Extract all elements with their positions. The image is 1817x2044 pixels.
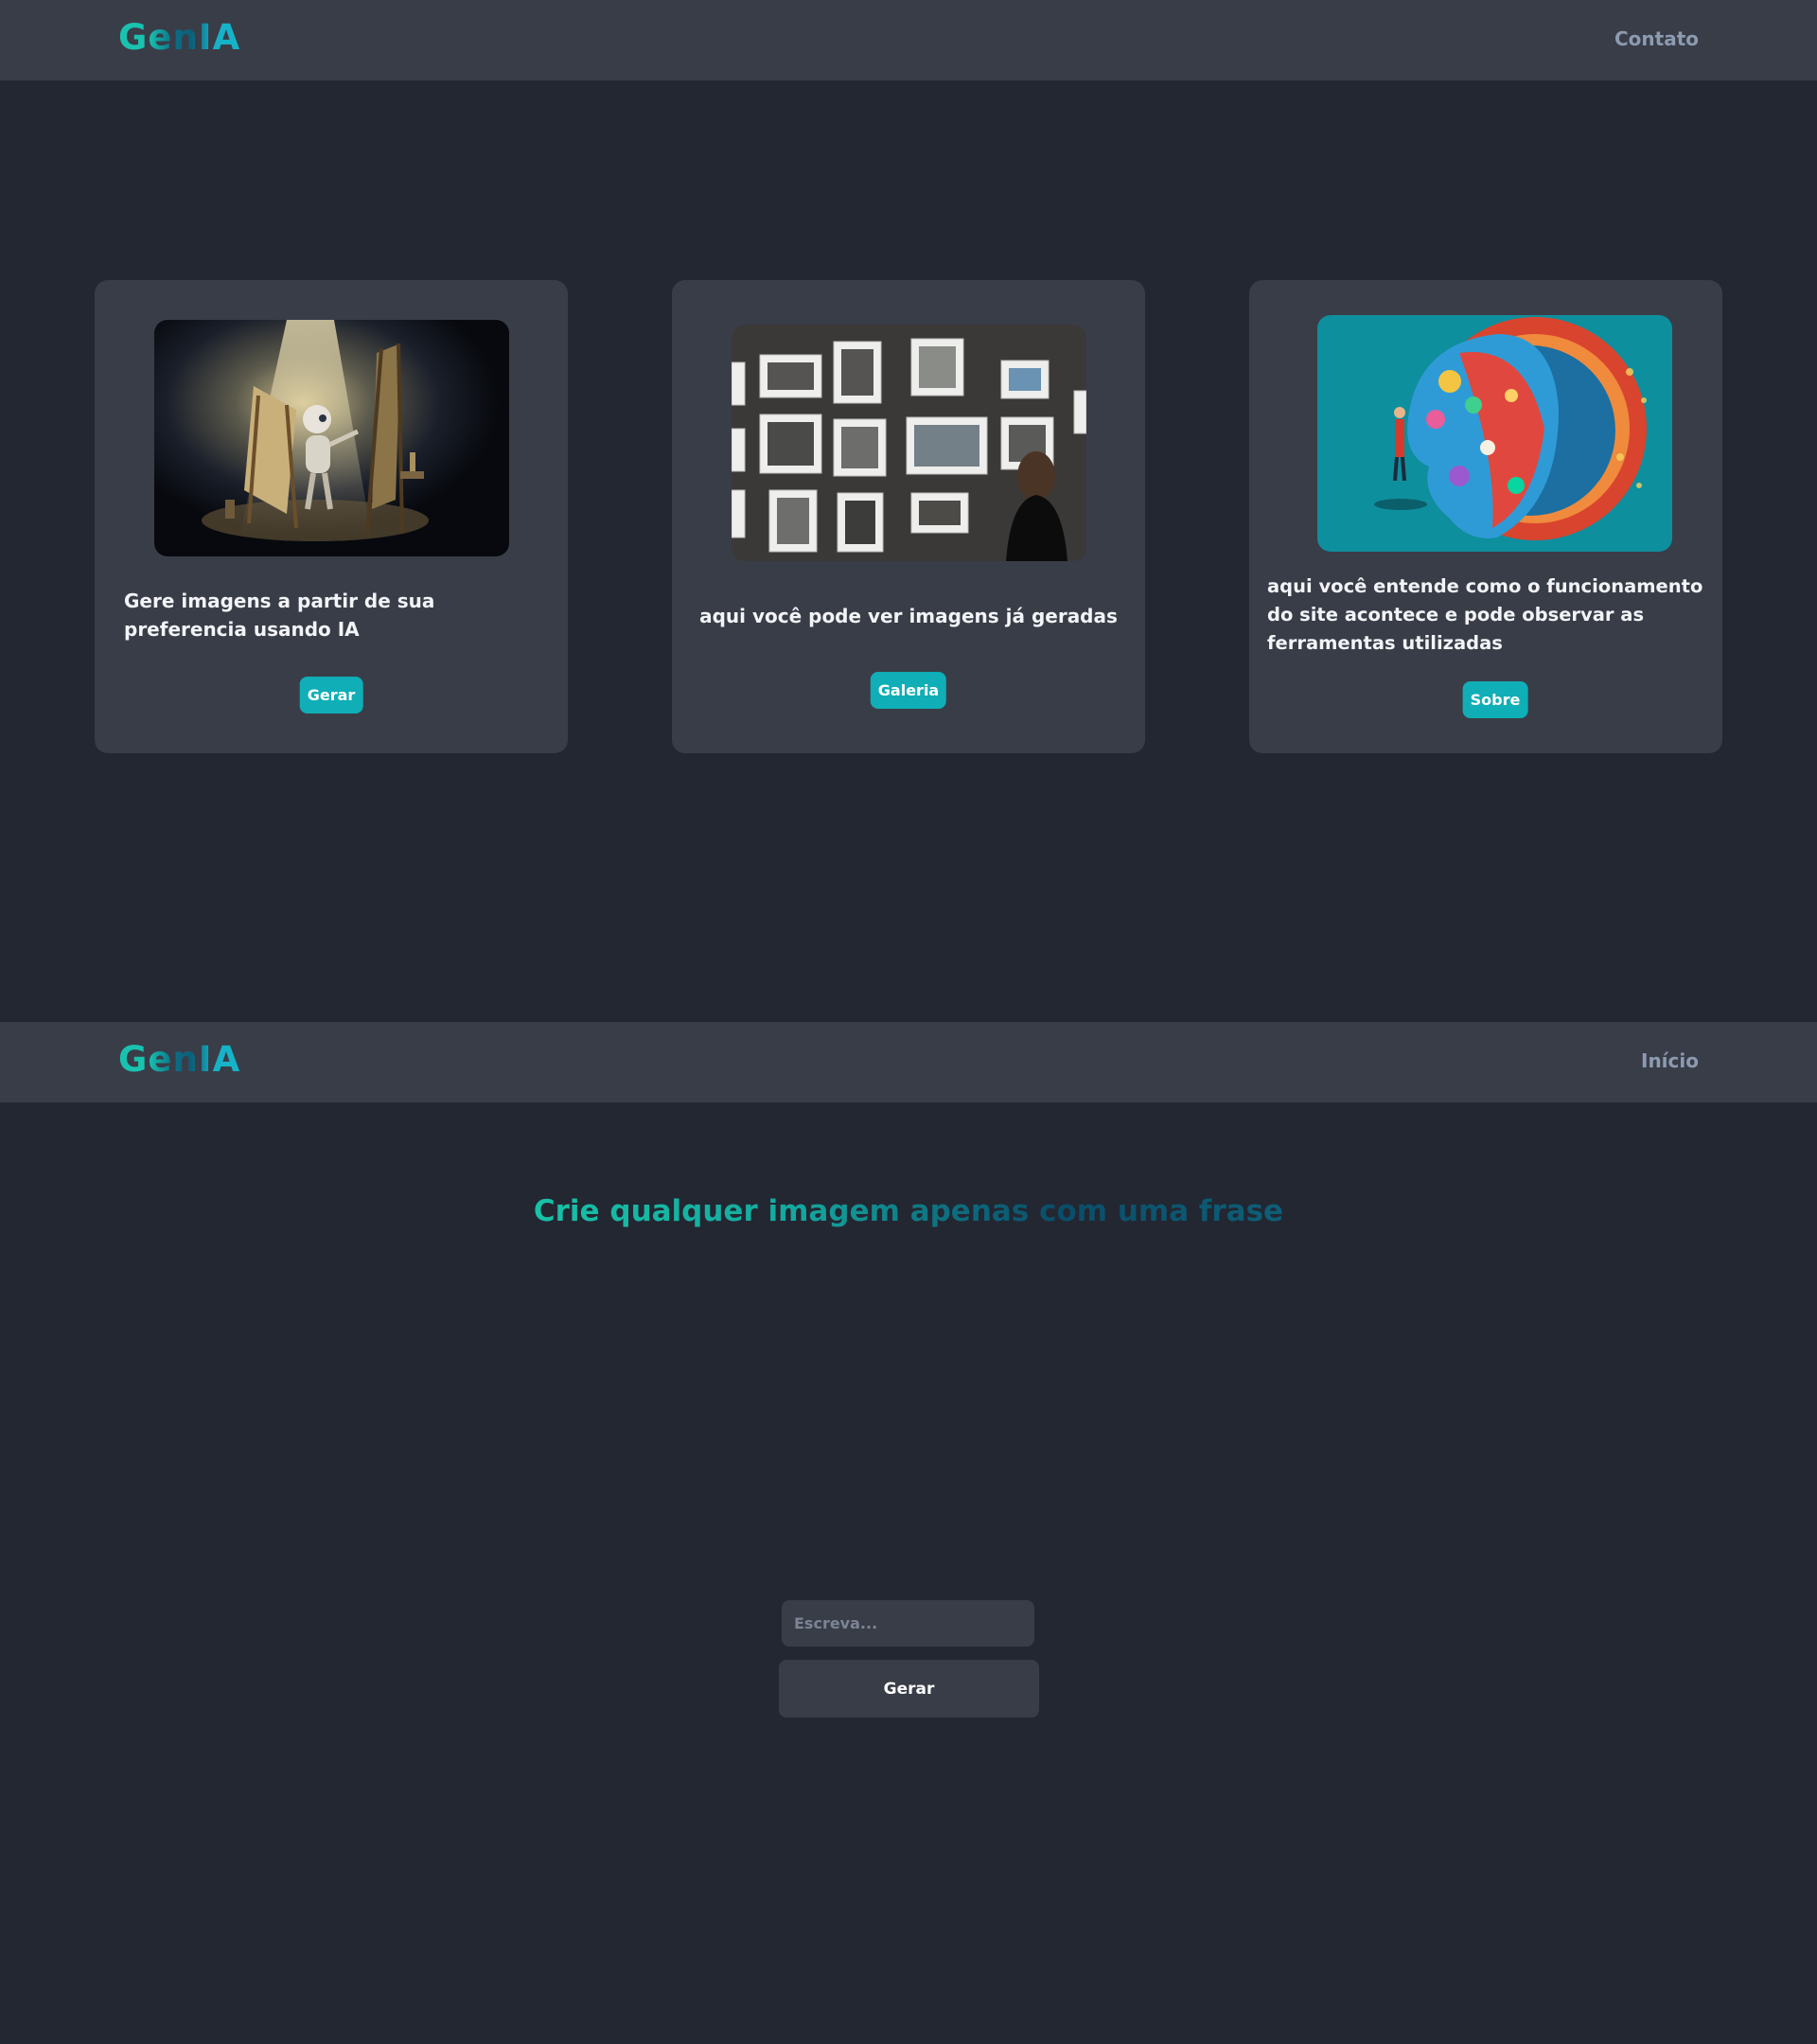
logo[interactable]: GenIA — [118, 1039, 240, 1080]
card-gallery: aqui você pode ver imagens já geradas Ga… — [672, 280, 1145, 753]
card-description: aqui você pode ver imagens já geradas — [699, 605, 1118, 627]
logo[interactable]: GenIA — [118, 17, 240, 58]
second-navbar: GenIA Início — [0, 1022, 1817, 1102]
prompt-input[interactable] — [782, 1600, 1034, 1647]
card-about: aqui você entende como o funcionamento d… — [1249, 280, 1722, 753]
nav-link-contato[interactable]: Contato — [1614, 27, 1699, 50]
generate-button[interactable]: Gerar — [779, 1660, 1039, 1718]
card-generate: Gere imagens a partir de sua preferencia… — [95, 280, 568, 753]
nav-link-inicio[interactable]: Início — [1641, 1049, 1699, 1072]
gallery-card-button[interactable]: Galeria — [870, 672, 947, 709]
card-description: Gere imagens a partir de sua preferencia… — [124, 590, 435, 641]
card-description: aqui você entende como o funcionamento d… — [1267, 575, 1703, 654]
colorful-head-image — [1317, 315, 1672, 552]
headline-text: Crie qualquer imagem apenas com uma fras… — [533, 1194, 1284, 1228]
generate-card-button[interactable]: Gerar — [299, 677, 363, 714]
page: GenIA Contato Gere imagens a partir de s… — [0, 0, 1817, 2044]
top-navbar: GenIA Contato — [0, 0, 1817, 80]
about-card-button[interactable]: Sobre — [1462, 681, 1528, 718]
generator-headline: Crie qualquer imagem apenas com uma fras… — [0, 1194, 1817, 1228]
gallery-wall-image — [732, 325, 1086, 561]
robot-painting-image — [154, 320, 509, 556]
